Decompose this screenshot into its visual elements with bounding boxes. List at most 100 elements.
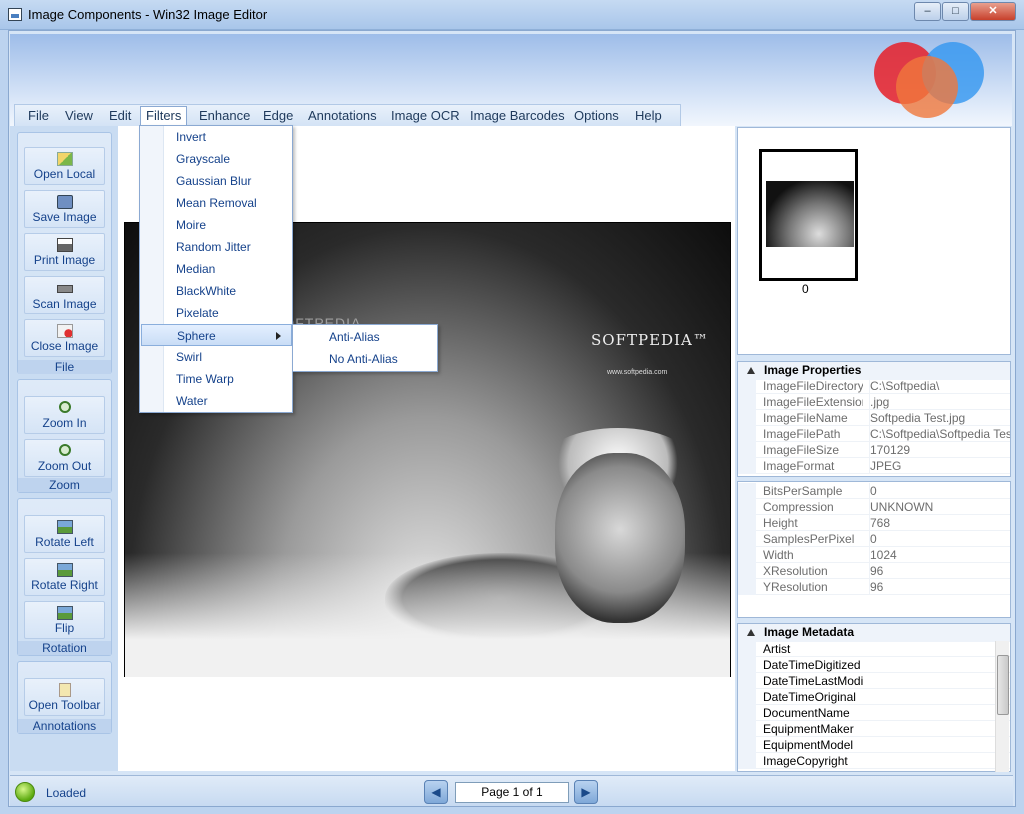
close-image-button[interactable]: Close Image [24,319,105,357]
metadata-key: EquipmentModel [763,738,854,752]
close-button[interactable]: ✕ [970,2,1016,21]
filter-sphere[interactable]: Sphere [141,324,292,346]
filter-grayscale[interactable]: Grayscale [141,148,292,170]
flip-icon [56,606,73,620]
property-key: ImageFilePath [763,427,841,441]
open-toolbar-button[interactable]: Open Toolbar [24,678,105,716]
image-metadata-header[interactable]: Image Metadata [738,624,1010,642]
page-thumbnail[interactable] [759,149,858,281]
zoom-group: Zoom In Zoom Out Zoom [17,379,112,493]
filter-gaussian-blur[interactable]: Gaussian Blur [141,170,292,192]
zoom-in-label: Zoom In [42,416,87,430]
property-row[interactable]: XResolution 96 [738,563,1010,579]
filter-time-warp[interactable]: Time Warp [141,368,292,390]
menu-view[interactable]: View [60,108,98,126]
menu-filters[interactable]: Filters [140,106,188,127]
property-row[interactable]: Width 1024 [738,547,1010,563]
previous-page-button[interactable]: ◀ [424,780,448,804]
rotate-right-button[interactable]: Rotate Right [24,558,105,596]
scan-image-button[interactable]: Scan Image [24,276,105,314]
property-row[interactable]: ImageFileDirectory C:\Softpedia\ [738,378,1010,394]
minimize-button[interactable]: – [914,2,941,21]
menu-enhance[interactable]: Enhance [194,108,255,126]
property-value: Softpedia Test.jpg [869,410,1010,426]
property-row[interactable]: ImageFormat JPEG [738,458,1010,474]
metadata-row[interactable]: EquipmentModel [738,737,1010,753]
filter-median[interactable]: Median [141,258,292,280]
property-value: 1024 [869,547,1010,563]
zoom-out-button[interactable]: Zoom Out [24,439,105,477]
metadata-row[interactable]: ImageCopyright [738,753,1010,769]
status-bar: Loaded ◀ Page 1 of 1 ▶ [10,775,1013,806]
metadata-key: DateTimeOriginal [763,690,856,704]
property-row[interactable]: YResolution 96 [738,579,1010,595]
property-value: UNKNOWN [869,499,1010,515]
property-row[interactable]: ImageFileName Softpedia Test.jpg [738,410,1010,426]
open-toolbar-label: Open Toolbar [28,698,101,712]
filter-random-jitter[interactable]: Random Jitter [141,236,292,258]
flip-button[interactable]: Flip [24,601,105,639]
filter-swirl[interactable]: Swirl [141,346,292,368]
metadata-row[interactable]: DateTimeDigitized [738,657,1010,673]
collapse-icon [747,367,755,374]
print-image-button[interactable]: Print Image [24,233,105,271]
menu-edge[interactable]: Edge [258,108,298,126]
property-value: JPEG [869,458,1010,474]
window-title: Image Components - Win32 Image Editor [28,7,268,22]
menu-image-barcodes[interactable]: Image Barcodes [465,108,570,126]
property-value: .jpg [869,394,1010,410]
rotate-right-label: Rotate Right [31,578,98,592]
filter-pixelate[interactable]: Pixelate [141,302,292,324]
zoom-in-button[interactable]: Zoom In [24,396,105,434]
open-local-button[interactable]: Open Local [24,147,105,185]
property-key: Width [763,548,794,562]
sphere-no-anti-alias[interactable]: No Anti-Alias [294,348,436,370]
thumbnail-label: 0 [802,282,809,296]
metadata-row[interactable]: DateTimeLastModified [738,673,1010,689]
menu-options[interactable]: Options [569,108,624,126]
rotate-right-icon [56,563,73,577]
rotate-left-button[interactable]: Rotate Left [24,515,105,553]
image-metadata-grid: Image Metadata Artist DateTimeDigitized … [737,623,1011,772]
filter-moire[interactable]: Moire [141,214,292,236]
image-metadata-title: Image Metadata [764,625,855,639]
filter-invert[interactable]: Invert [141,126,292,148]
property-row[interactable]: ImageFilePath C:\Softpedia\Softpedia Test… [738,426,1010,442]
property-row[interactable]: ImageFileSize 170129 [738,442,1010,458]
metadata-key: DateTimeLastModified [763,674,863,688]
next-page-button[interactable]: ▶ [574,780,598,804]
property-value: 170129 [869,442,1010,458]
menu-help[interactable]: Help [630,108,667,126]
property-key: XResolution [763,564,828,578]
property-row[interactable]: SamplesPerPixel 0 [738,531,1010,547]
rotation-group: Rotate Left Rotate Right Flip Rotation [17,498,112,656]
save-image-button[interactable]: Save Image [24,190,105,228]
filter-water[interactable]: Water [141,390,292,412]
metadata-row[interactable]: Artist [738,641,1010,657]
maximize-button[interactable]: □ [942,2,969,21]
metadata-row[interactable]: DocumentName [738,705,1010,721]
rotate-left-icon [56,520,73,534]
property-key: Height [763,516,798,530]
property-row[interactable]: ImageFileExtension .jpg [738,394,1010,410]
printer-icon [56,238,73,252]
filter-mean-removal[interactable]: Mean Removal [141,192,292,214]
scanner-icon [56,285,73,293]
status-indicator-icon [15,782,35,802]
property-row[interactable]: BitsPerSample 0 [738,483,1010,499]
zoom-out-icon [58,444,71,456]
scrollbar-thumb[interactable] [997,655,1009,715]
metadata-scrollbar[interactable] [995,641,1009,772]
filter-blackwhite[interactable]: BlackWhite [141,280,292,302]
menu-edit[interactable]: Edit [104,108,136,126]
metadata-row[interactable]: DateTimeOriginal [738,689,1010,705]
menu-file[interactable]: File [23,108,54,126]
sphere-anti-alias[interactable]: Anti-Alias [294,326,436,348]
property-row[interactable]: Compression UNKNOWN [738,499,1010,515]
metadata-row[interactable]: EquipmentMaker [738,721,1010,737]
property-row[interactable]: Height 768 [738,515,1010,531]
property-key: ImageFileSize [763,443,840,457]
menu-annotations[interactable]: Annotations [303,108,382,126]
close-image-icon [56,324,73,338]
menu-image-ocr[interactable]: Image OCR [386,108,465,126]
